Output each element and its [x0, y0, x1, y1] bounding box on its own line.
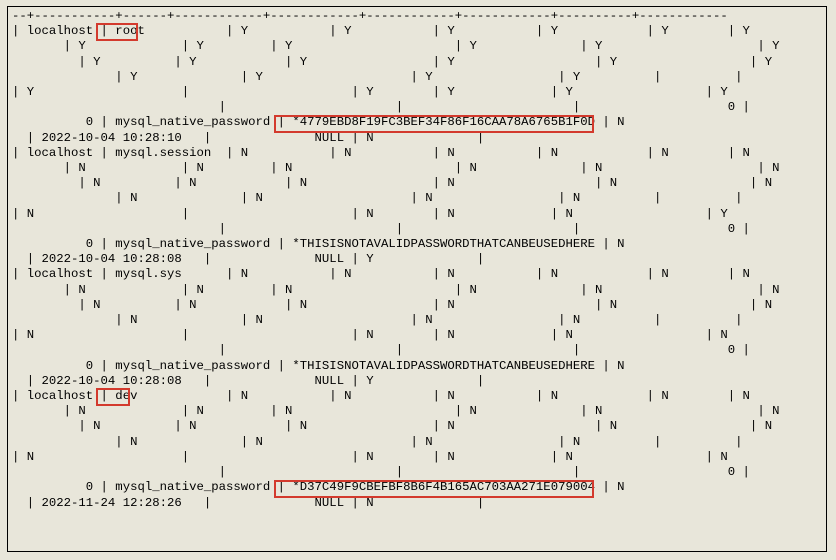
terminal-frame: --+-----------+------+------------+-----… — [7, 6, 827, 552]
terminal-output: --+-----------+------+------------+-----… — [12, 9, 827, 511]
